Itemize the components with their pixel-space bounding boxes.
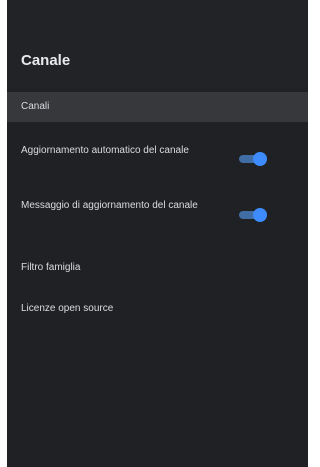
menu-item-open-source-licenses[interactable]: Licenze open source [7,298,308,322]
menu-item-label: Aggiornamento automatico del canale [21,145,189,156]
menu-item-label: Canali [21,101,50,112]
auto-update-toggle[interactable] [239,152,267,166]
menu-item-label: Messaggio di aggiornamento del canale [21,200,198,211]
toggle-switch-icon [253,152,267,166]
update-message-toggle[interactable] [239,208,267,222]
menu-item-family-filter[interactable]: Filtro famiglia [7,256,308,280]
page-title: Canale [21,52,71,69]
menu-item-canali[interactable]: Canali [7,92,308,122]
toggle-switch-icon [253,208,267,222]
menu-item-label: Filtro famiglia [21,262,81,273]
menu-item-update-message[interactable]: Messaggio di aggiornamento del canale [7,196,308,236]
settings-header: Canale [7,0,308,88]
menu-item-label: Licenze open source [21,303,114,314]
menu-item-auto-update[interactable]: Aggiornamento automatico del canale [7,140,308,180]
settings-panel: Canale Canali Aggiornamento automatico d… [7,0,308,467]
